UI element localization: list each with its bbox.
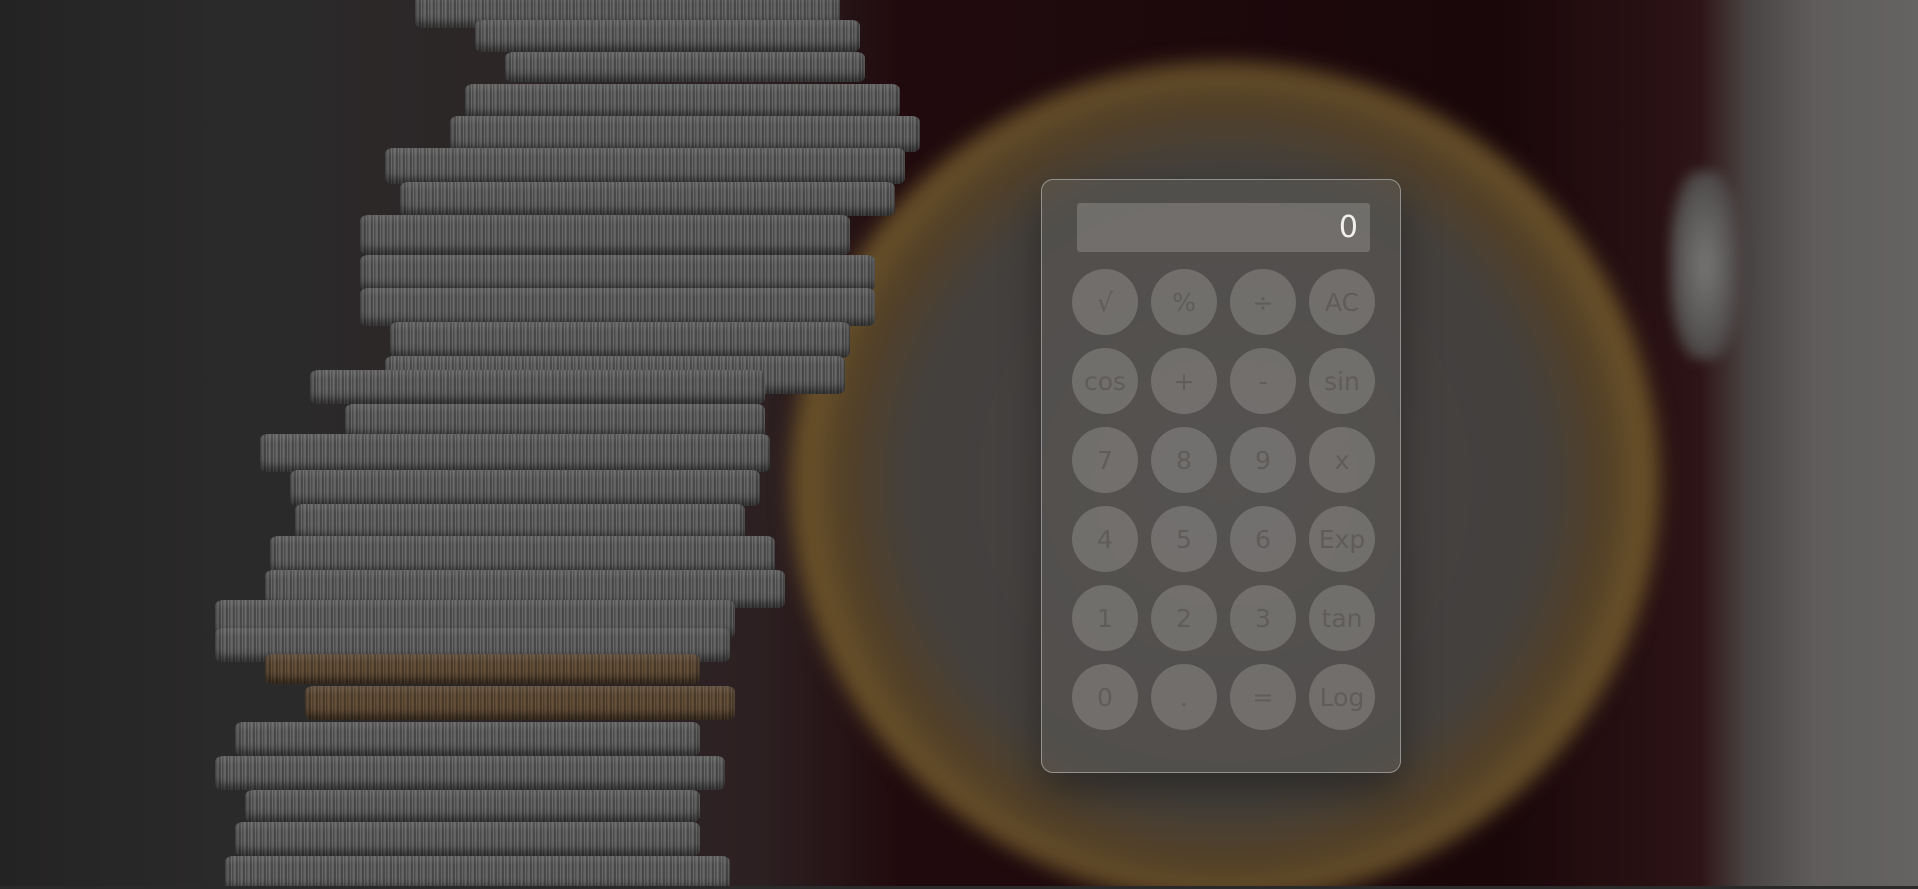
digit-8-key[interactable]: 8	[1151, 427, 1217, 493]
multiply-key[interactable]: x	[1309, 427, 1375, 493]
background-photo	[0, 0, 1918, 889]
digit-6-key[interactable]: 6	[1230, 506, 1296, 572]
calculator: 0 √ % ÷ AC cos + - sin 7 8 9 x 4 5 6 Exp…	[1041, 179, 1401, 773]
sin-key[interactable]: sin	[1309, 348, 1375, 414]
log-key[interactable]: Log	[1309, 664, 1375, 730]
digit-2-key[interactable]: 2	[1151, 585, 1217, 651]
percent-key[interactable]: %	[1151, 269, 1217, 335]
exp-key[interactable]: Exp	[1309, 506, 1375, 572]
digit-3-key[interactable]: 3	[1230, 585, 1296, 651]
cos-key[interactable]: cos	[1072, 348, 1138, 414]
calculator-display: 0	[1077, 203, 1370, 252]
digit-0-key[interactable]: 0	[1072, 664, 1138, 730]
digit-9-key[interactable]: 9	[1230, 427, 1296, 493]
divide-key[interactable]: ÷	[1230, 269, 1296, 335]
plus-key[interactable]: +	[1151, 348, 1217, 414]
equals-key[interactable]: =	[1230, 664, 1296, 730]
clear-key[interactable]: AC	[1309, 269, 1375, 335]
minus-key[interactable]: -	[1230, 348, 1296, 414]
digit-4-key[interactable]: 4	[1072, 506, 1138, 572]
decimal-key[interactable]: .	[1151, 664, 1217, 730]
sqrt-key[interactable]: √	[1072, 269, 1138, 335]
background-overlay	[0, 0, 1918, 889]
calculator-keypad: √ % ÷ AC cos + - sin 7 8 9 x 4 5 6 Exp 1…	[1072, 269, 1378, 730]
digit-7-key[interactable]: 7	[1072, 427, 1138, 493]
digit-1-key[interactable]: 1	[1072, 585, 1138, 651]
tan-key[interactable]: tan	[1309, 585, 1375, 651]
digit-5-key[interactable]: 5	[1151, 506, 1217, 572]
